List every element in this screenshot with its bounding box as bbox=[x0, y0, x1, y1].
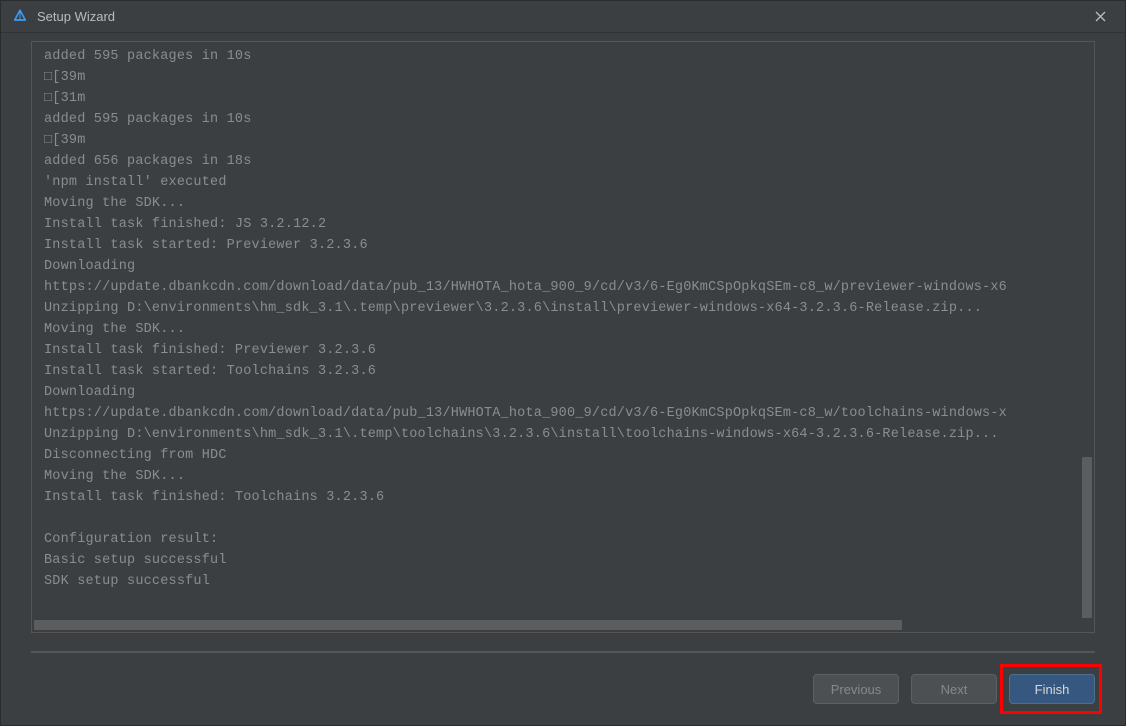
window-title: Setup Wizard bbox=[37, 9, 1085, 24]
finish-button[interactable]: Finish bbox=[1009, 674, 1095, 704]
install-log-panel: added 595 packages in 10s □[39m□[31madde… bbox=[31, 41, 1095, 633]
footer-buttons: Previous Next Finish bbox=[1, 663, 1125, 725]
log-line: 'npm install' executed bbox=[44, 172, 1092, 193]
log-line: https://update.dbankcdn.com/download/dat… bbox=[44, 277, 1092, 298]
log-line: SDK setup successful bbox=[44, 571, 1092, 592]
log-line: added 595 packages in 10s bbox=[44, 46, 1092, 67]
log-line: Downloading bbox=[44, 382, 1092, 403]
content-area: added 595 packages in 10s □[39m□[31madde… bbox=[1, 33, 1125, 663]
setup-wizard-window: Setup Wizard added 595 packages in 10s □… bbox=[0, 0, 1126, 726]
titlebar: Setup Wizard bbox=[1, 1, 1125, 33]
log-line: □[39m bbox=[44, 67, 1092, 88]
log-line: Install task finished: JS 3.2.12.2 bbox=[44, 214, 1092, 235]
separator-line bbox=[31, 651, 1095, 653]
log-line: added 656 packages in 18s bbox=[44, 151, 1092, 172]
vertical-scrollbar[interactable] bbox=[1082, 44, 1092, 618]
log-line: □[31m bbox=[44, 88, 1092, 109]
install-log-text: added 595 packages in 10s □[39m□[31madde… bbox=[44, 46, 1092, 592]
log-line: Moving the SDK... bbox=[44, 466, 1092, 487]
log-line: Unzipping D:\environments\hm_sdk_3.1\.te… bbox=[44, 298, 1092, 319]
log-line: □[39m bbox=[44, 130, 1092, 151]
log-line: Disconnecting from HDC bbox=[44, 445, 1092, 466]
log-line: Install task finished: Previewer 3.2.3.6 bbox=[44, 340, 1092, 361]
previous-button[interactable]: Previous bbox=[813, 674, 899, 704]
log-line: Moving the SDK... bbox=[44, 193, 1092, 214]
next-button[interactable]: Next bbox=[911, 674, 997, 704]
log-line: Basic setup successful bbox=[44, 550, 1092, 571]
log-line: Unzipping D:\environments\hm_sdk_3.1\.te… bbox=[44, 424, 1092, 445]
log-line: Moving the SDK... bbox=[44, 319, 1092, 340]
log-line: Install task started: Previewer 3.2.3.6 bbox=[44, 235, 1092, 256]
app-icon bbox=[11, 8, 29, 26]
log-line: Install task finished: Toolchains 3.2.3.… bbox=[44, 487, 1092, 508]
vertical-scrollbar-thumb[interactable] bbox=[1082, 457, 1092, 618]
log-line: added 595 packages in 10s bbox=[44, 109, 1092, 130]
horizontal-scrollbar[interactable] bbox=[34, 620, 1092, 630]
log-line bbox=[44, 508, 1092, 529]
log-line: Install task started: Toolchains 3.2.3.6 bbox=[44, 361, 1092, 382]
log-line: https://update.dbankcdn.com/download/dat… bbox=[44, 403, 1092, 424]
log-line: Downloading bbox=[44, 256, 1092, 277]
close-icon[interactable] bbox=[1085, 2, 1115, 32]
horizontal-scrollbar-thumb[interactable] bbox=[34, 620, 902, 630]
log-line: Configuration result: bbox=[44, 529, 1092, 550]
